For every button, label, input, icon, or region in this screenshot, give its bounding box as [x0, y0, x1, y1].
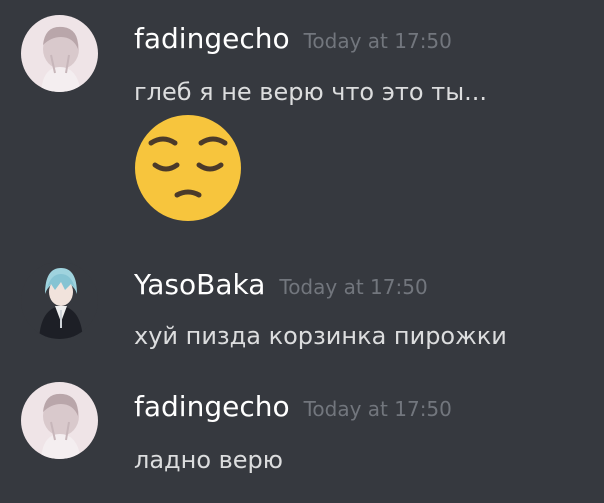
timestamp: Today at 17:50 [303, 397, 452, 421]
username[interactable]: fadingecho [134, 390, 290, 423]
timestamp: Today at 17:50 [279, 275, 428, 299]
message-text: глеб я не верю что это ты... [134, 78, 488, 106]
pensive-face-emoji [133, 113, 243, 223]
message-text: ладно верю [134, 446, 283, 474]
avatar[interactable] [21, 382, 98, 459]
avatar[interactable] [21, 262, 98, 339]
avatar[interactable] [21, 15, 98, 92]
chat-messages: fadingecho Today at 17:50 глеб я не верю … [0, 0, 604, 503]
message-header: fadingecho Today at 17:50 [134, 390, 452, 423]
message-header: fadingecho Today at 17:50 [134, 22, 452, 55]
message-header: YasoBaka Today at 17:50 [134, 268, 428, 301]
message-text: хуй пизда корзинка пирожки [134, 322, 507, 350]
username[interactable]: fadingecho [134, 22, 290, 55]
username[interactable]: YasoBaka [134, 268, 265, 301]
timestamp: Today at 17:50 [303, 29, 452, 53]
